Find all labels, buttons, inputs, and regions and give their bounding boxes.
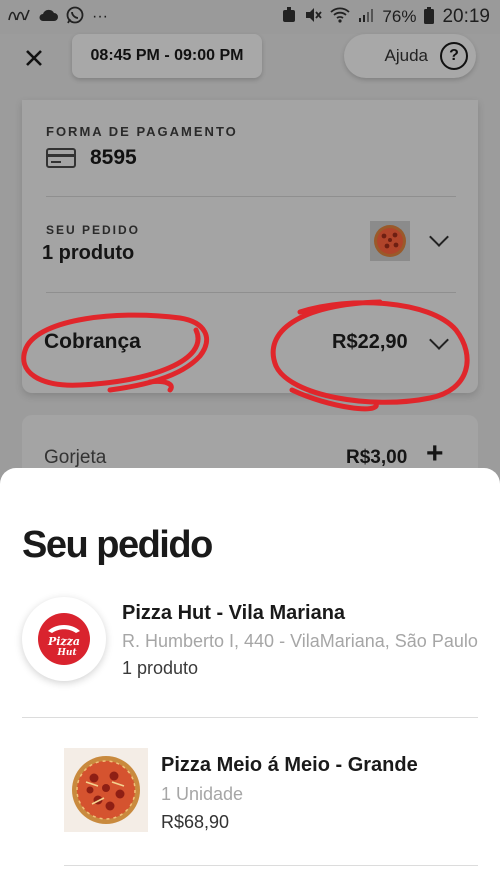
product-price: R$68,90: [161, 812, 230, 832]
order-thumbnail: [370, 221, 410, 261]
payment-heading: FORMA DE PAGAMENTO: [46, 124, 238, 139]
status-right-icons: 76% 20:19: [282, 6, 490, 28]
order-bottom-sheet: Seu pedido Pizza Hut Pizza Hut - Vila Ma…: [0, 468, 500, 889]
payment-card-number: 8595: [90, 146, 137, 169]
help-button[interactable]: Ajuda ?: [344, 34, 476, 78]
cloud-icon: [38, 8, 58, 26]
wifi-icon: [330, 7, 351, 27]
more-icon: ···: [92, 8, 108, 25]
plus-icon[interactable]: +: [426, 439, 444, 469]
divider: [22, 717, 478, 718]
battery-percent: 76%: [382, 7, 417, 26]
charge-label: Cobrança: [44, 330, 141, 353]
nfc-icon: [8, 8, 30, 26]
whatsapp-icon: [66, 6, 84, 28]
order-count: 1 produto: [42, 242, 135, 264]
battery-icon: [424, 6, 435, 28]
store-address: R. Humberto I, 440 - VilaMariana, São Pa…: [122, 631, 478, 651]
top-bar: 08:45 PM - 09:00 PM Ajuda ?: [0, 34, 500, 100]
tip-label: Gorjeta: [44, 447, 107, 468]
chevron-down-icon[interactable]: [429, 330, 449, 350]
divider: [46, 196, 456, 197]
order-heading: SEU PEDIDO: [46, 223, 141, 237]
close-icon[interactable]: [20, 44, 48, 72]
order-details-card: FORMA DE PAGAMENTO 8595 SEU PEDIDO 1 pro…: [22, 100, 478, 393]
mute-icon: [304, 7, 323, 27]
sheet-title: Seu pedido: [22, 524, 213, 566]
charge-value: R$22,90: [332, 331, 408, 353]
divider: [46, 292, 456, 293]
logo-text-hut: Hut: [56, 648, 77, 658]
payment-method-row[interactable]: 8595: [46, 146, 137, 170]
store-product-count: 1 produto: [122, 658, 199, 678]
store-logo[interactable]: Pizza Hut: [22, 597, 106, 681]
product-name[interactable]: Pizza Meio á Meio - Grande: [161, 754, 418, 777]
help-label: Ajuda: [384, 46, 428, 65]
alarm-icon: [282, 7, 296, 27]
status-left-icons: ···: [8, 6, 108, 28]
question-icon: ?: [440, 42, 468, 70]
status-bar: ··· 76% 20:19: [0, 0, 500, 34]
product-image: [64, 748, 148, 832]
clock: 20:19: [442, 6, 490, 27]
product-quantity: 1 Unidade: [161, 784, 244, 804]
delivery-time-window[interactable]: 08:45 PM - 09:00 PM: [72, 34, 262, 78]
signal-icon: [358, 7, 374, 27]
tip-value: R$3,00: [346, 447, 408, 468]
credit-card-icon: [46, 148, 76, 168]
logo-text-pizza: Pizza: [47, 635, 80, 648]
store-name[interactable]: Pizza Hut - Vila Mariana: [122, 602, 345, 625]
divider: [64, 865, 478, 866]
chevron-down-icon[interactable]: [429, 227, 449, 247]
